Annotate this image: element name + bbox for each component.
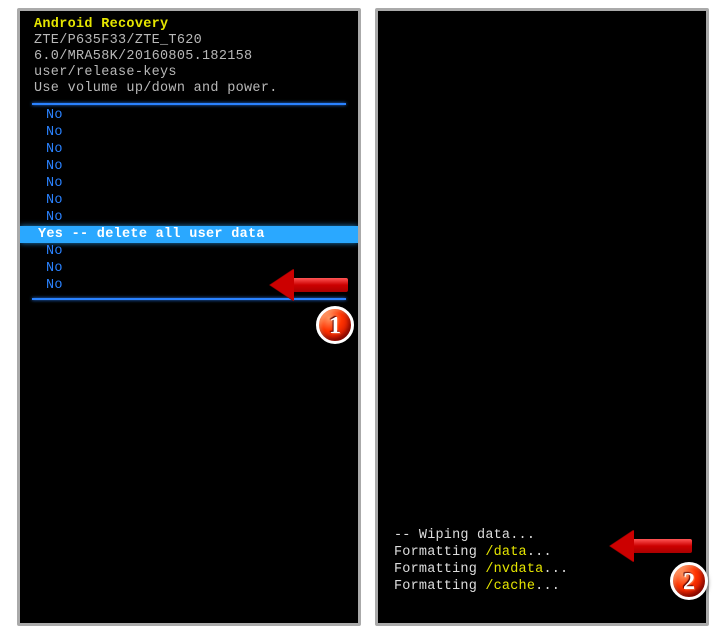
step-badge-2: 2 [670,562,708,600]
arrow-icon [632,539,692,553]
keys-line: user/release-keys [34,65,346,81]
menu-item-no[interactable]: No [20,124,358,141]
wipe-log: -- Wiping data...Formatting /data...Form… [394,527,690,595]
recovery-title: Android Recovery [34,17,346,33]
divider-bottom [32,298,346,300]
log-line: Formatting /cache... [394,578,690,595]
menu-item-no[interactable]: No [20,243,358,260]
step-badge-1: 1 [316,306,354,344]
arrow-icon [292,278,348,292]
menu-item-no[interactable]: No [20,141,358,158]
menu-item-no[interactable]: No [20,107,358,124]
menu-item-no[interactable]: No [20,158,358,175]
recovery-screen-left: Android Recovery ZTE/P635F33/ZTE_T620 6.… [17,8,361,626]
nav-hint: Use volume up/down and power. [34,81,346,97]
log-line: Formatting /nvdata... [394,561,690,578]
menu-item-no[interactable]: No [20,192,358,209]
menu-item-yes-delete[interactable]: Yes -- delete all user data [20,226,358,243]
menu-item-no[interactable]: No [20,260,358,277]
device-id-line: ZTE/P635F33/ZTE_T620 [34,33,346,49]
recovery-header: Android Recovery ZTE/P635F33/ZTE_T620 6.… [20,11,358,99]
build-line: 6.0/MRA58K/20160805.182158 [34,49,346,65]
confirm-menu: NoNoNoNoNoNoNoYes -- delete all user dat… [20,105,358,294]
menu-item-no[interactable]: No [20,175,358,192]
recovery-screen-right: -- Wiping data...Formatting /data...Form… [375,8,709,626]
menu-item-no[interactable]: No [20,209,358,226]
